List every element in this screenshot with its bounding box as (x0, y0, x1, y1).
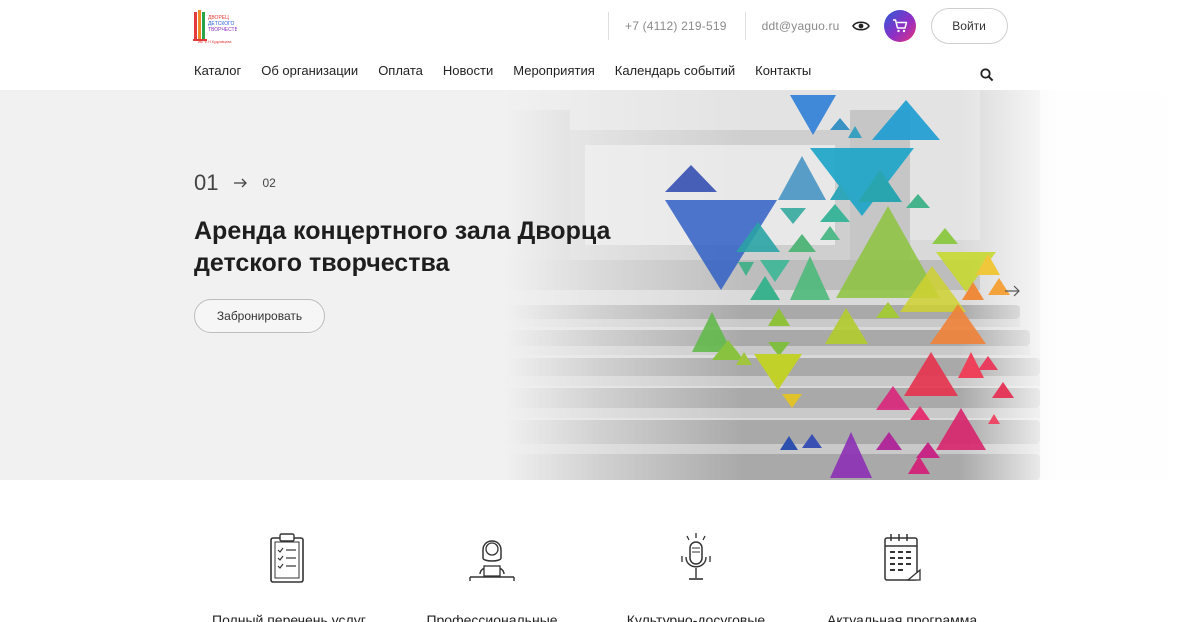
current-slide-number: 01 (194, 170, 219, 195)
logo-mark-icon: ДВОРЕЦ ДЕТСКОГО ТВОРЧЕСТВА им. Ф.Н.Кудря… (193, 10, 237, 44)
svg-text:им. Ф.Н.Кудрявцева: им. Ф.Н.Кудрявцева (198, 40, 231, 44)
slider-next-icon[interactable] (1005, 285, 1021, 297)
cart-icon (892, 19, 907, 33)
site-header: ДВОРЕЦ ДЕТСКОГО ТВОРЧЕСТВА им. Ф.Н.Кудря… (0, 0, 1200, 90)
login-button[interactable]: Войти (930, 8, 1008, 44)
feature-item[interactable]: Культурно-досуговые (621, 532, 771, 622)
nav-item-events[interactable]: Мероприятия (513, 63, 595, 78)
eye-icon[interactable] (850, 15, 872, 37)
feature-label: Профессиональные (426, 612, 558, 622)
nav-item-news[interactable]: Новости (443, 63, 493, 78)
hero-slider: 01 02 Аренда концертного зала Дворца дет… (0, 90, 1200, 480)
feature-label: Культурно-досуговые (626, 612, 766, 622)
checklist-icon (267, 532, 307, 584)
site-logo[interactable]: ДВОРЕЦ ДЕТСКОГО ТВОРЧЕСТВА им. Ф.Н.Кудря… (193, 8, 237, 44)
feature-label: Полный перечень услуг (212, 612, 366, 622)
features-section: Полный перечень услуг Профессиональные К… (0, 480, 1200, 622)
feature-item[interactable]: Актуальная программа (827, 532, 977, 622)
feature-label: Актуальная программа (827, 612, 978, 622)
phone-link[interactable]: +7 (4112) 219-519 (625, 19, 727, 33)
main-nav: Каталог Об организации Оплата Новости Ме… (194, 63, 831, 78)
next-slide-number[interactable]: 02 (262, 176, 275, 190)
nav-item-calendar[interactable]: Календарь событий (615, 63, 735, 78)
email-link[interactable]: ddt@yaguo.ru (762, 19, 840, 33)
feature-item[interactable]: Профессиональные (417, 532, 567, 622)
nav-item-catalog[interactable]: Каталог (194, 63, 241, 78)
book-button[interactable]: Забронировать (194, 299, 325, 333)
microphone-icon (676, 532, 716, 584)
header-divider (608, 12, 609, 40)
svg-text:ТВОРЧЕСТВА: ТВОРЧЕСТВА (208, 27, 237, 33)
nav-item-contacts[interactable]: Контакты (755, 63, 811, 78)
nav-item-about[interactable]: Об организации (261, 63, 358, 78)
nav-item-payment[interactable]: Оплата (378, 63, 423, 78)
cart-button[interactable] (883, 10, 916, 42)
slide-counter: 01 02 (194, 170, 276, 196)
arrow-right-icon[interactable] (234, 178, 248, 188)
calendar-icon (882, 532, 922, 584)
hero-title: Аренда концертного зала Дворца детского … (194, 217, 611, 277)
search-icon[interactable] (980, 68, 994, 82)
triangles-decoration (665, 95, 1014, 478)
feature-item[interactable]: Полный перечень услуг (212, 532, 366, 622)
teacher-icon (469, 532, 515, 584)
header-divider (744, 12, 746, 40)
